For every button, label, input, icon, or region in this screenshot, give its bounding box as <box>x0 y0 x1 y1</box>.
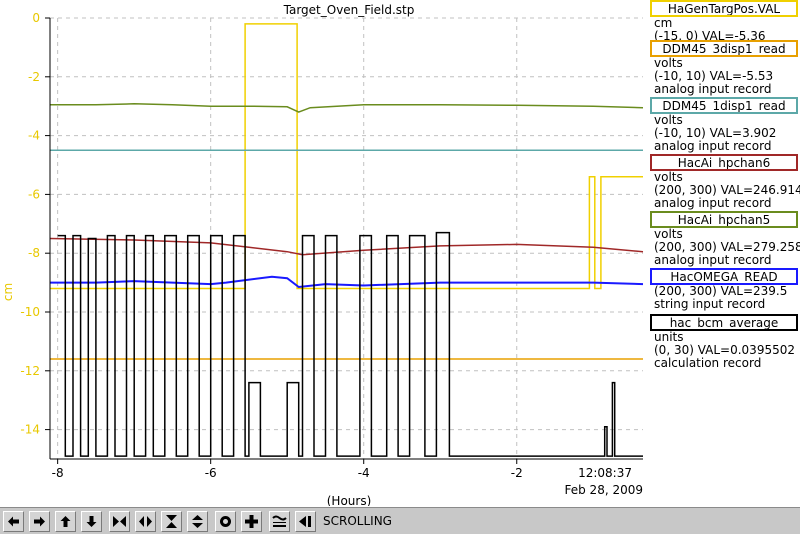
legend-series-name[interactable]: hac_bcm_average <box>650 314 798 331</box>
y-axis-label: cm <box>1 283 15 301</box>
scroll-mode-button[interactable] <box>295 510 316 532</box>
scroll-right-button[interactable] <box>29 510 50 532</box>
legend-series-name[interactable]: HacAi_hpchan6 <box>650 154 798 171</box>
legend-detail-line: calculation record <box>654 356 762 370</box>
arrow-left-icon <box>8 516 19 526</box>
arrow-right-icon <box>34 516 45 526</box>
zoom-out-y-icon <box>192 514 203 528</box>
y-tick-label: -14 <box>20 423 40 437</box>
reset-button[interactable] <box>215 510 236 532</box>
mode-label: SCROLLING <box>323 514 392 528</box>
legend-item[interactable]: HaGenTargPos.VAL cm (-15, 0) VAL=-5.36 <box>648 0 800 43</box>
autoscale-icon <box>272 515 287 527</box>
y-tick-label: -6 <box>28 187 40 201</box>
x-tick-label: -2 <box>511 466 523 480</box>
arrow-up-icon <box>60 515 71 527</box>
y-tick-label: -12 <box>20 364 40 378</box>
zoom-in-x-button[interactable] <box>109 510 130 532</box>
zoom-out-x-icon <box>139 515 152 527</box>
scroll-up-button[interactable] <box>55 510 76 532</box>
legend-detail-line: analog input record <box>654 139 772 153</box>
legend-detail-line: analog input record <box>654 82 772 96</box>
x-ticks: -8 -6 -4 -2 <box>52 459 523 480</box>
y-tick-label: -2 <box>28 70 40 84</box>
scroll-left-button[interactable] <box>3 510 24 532</box>
legend-series-name[interactable]: HaGenTargPos.VAL <box>650 0 798 17</box>
scroll-end-icon <box>299 515 311 527</box>
y-tick-label: -10 <box>20 305 40 319</box>
legend-item[interactable]: HacOMEGA_READ (200, 300) VAL=239.5 string … <box>648 268 800 311</box>
legend-series-name[interactable]: HacAi_hpchan5 <box>650 211 798 228</box>
legend-item[interactable]: HacAi_hpchan6 volts (200, 300) VAL=246.914… <box>648 154 800 210</box>
legend-series-name[interactable]: HacOMEGA_READ <box>650 268 798 285</box>
plot-area[interactable] <box>50 18 643 459</box>
toolbar: SCROLLING <box>0 507 800 534</box>
y-tick-label: -4 <box>28 129 40 143</box>
legend-item[interactable]: DDM45_3disp1_read volts (-10, 10) VAL=-5.5… <box>648 40 800 96</box>
legend-series-name[interactable]: DDM45_3disp1_read <box>650 40 798 57</box>
legend-item[interactable]: DDM45_1disp1_read volts (-10, 10) VAL=3.90… <box>648 97 800 153</box>
zoom-in-y-icon <box>166 514 177 528</box>
plus-icon <box>245 514 258 528</box>
x-tick-label: -6 <box>205 466 217 480</box>
zoom-out-x-button[interactable] <box>135 510 156 532</box>
legend-detail-line: analog input record <box>654 196 772 210</box>
chart-title: Target_Oven_Field.stp <box>283 3 415 17</box>
legend-item[interactable]: HacAi_hpchan5 volts (200, 300) VAL=279.258… <box>648 211 800 267</box>
y-tick-label: 0 <box>32 11 40 25</box>
zoom-out-y-button[interactable] <box>187 510 208 532</box>
x-axis-label: (Hours) <box>327 494 372 506</box>
circle-icon <box>220 515 231 527</box>
zoom-in-y-button[interactable] <box>161 510 182 532</box>
time-label: 12:08:37 <box>578 466 632 480</box>
arrow-down-icon <box>86 515 97 527</box>
zoom-in-x-icon <box>113 515 126 527</box>
legend: HaGenTargPos.VAL cm (-15, 0) VAL=-5.36 DDM4… <box>648 0 800 506</box>
x-tick-label: -8 <box>52 466 64 480</box>
y-ticks: 0 -2 -4 -6 -8 -10 -12 -14 <box>20 11 50 437</box>
x-tick-label: -4 <box>358 466 370 480</box>
legend-detail-line: string input record <box>654 297 766 311</box>
date-label: Feb 28, 2009 <box>565 483 644 497</box>
add-button[interactable] <box>241 510 262 532</box>
strip-chart[interactable]: Target_Oven_Field.stp 0 -2 -4 -6 -8 -10 -12 -14… <box>0 0 648 506</box>
y-tick-label: -8 <box>28 246 40 260</box>
scroll-down-button[interactable] <box>81 510 102 532</box>
legend-detail-line: analog input record <box>654 253 772 267</box>
legend-series-name[interactable]: DDM45_1disp1_read <box>650 97 798 114</box>
legend-item[interactable]: hac_bcm_average units (0, 30) VAL=0.039550… <box>648 314 800 370</box>
autoscale-button[interactable] <box>269 510 290 532</box>
